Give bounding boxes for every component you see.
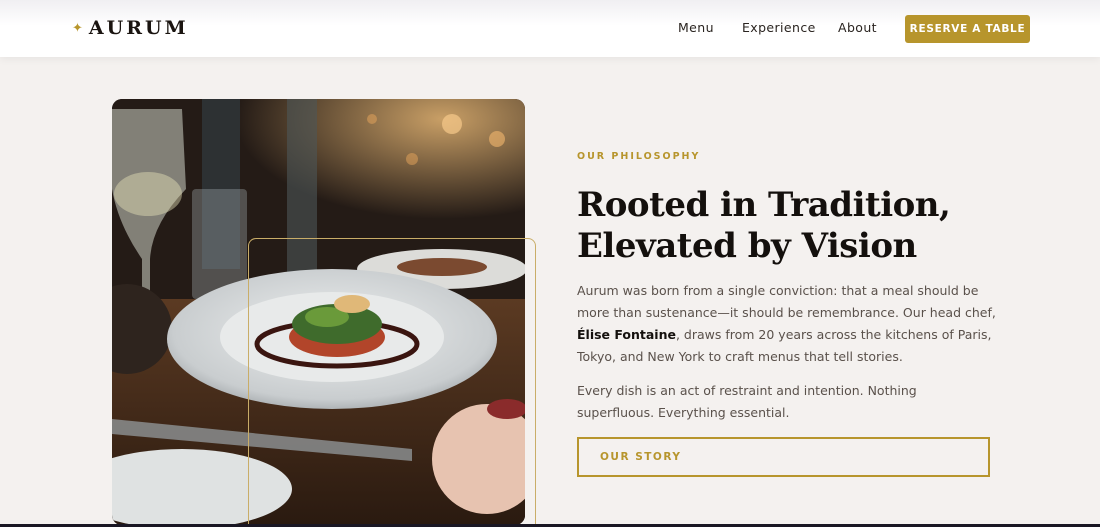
nav-link-menu[interactable]: Menu bbox=[678, 20, 714, 35]
plated-dish-photo bbox=[112, 99, 525, 525]
site-header: ✦ AURUM Menu Experience About RESERVE A … bbox=[0, 0, 1100, 57]
title-line-1: Rooted in Tradition, bbox=[577, 185, 951, 225]
our-story-button[interactable]: OUR STORY bbox=[577, 437, 990, 477]
logo-text: AURUM bbox=[88, 17, 189, 39]
philosophy-paragraph-2: Every dish is an act of restraint and in… bbox=[577, 383, 917, 420]
sparkle-star-icon: ✦ bbox=[72, 20, 83, 36]
title-line-2: Elevated by Vision bbox=[577, 226, 917, 266]
chef-name: Élise Fontaine bbox=[577, 327, 676, 342]
paragraph-text: Aurum was born from a single conviction:… bbox=[577, 283, 996, 320]
section-eyebrow: OUR PHILOSOPHY bbox=[577, 151, 701, 162]
logo[interactable]: ✦ AURUM bbox=[72, 17, 189, 39]
philosophy-paragraph-1: Aurum was born from a single conviction:… bbox=[577, 280, 997, 368]
reserve-table-button[interactable]: RESERVE A TABLE bbox=[905, 15, 1030, 43]
section-title: Rooted in Tradition, Elevated by Vision bbox=[577, 185, 997, 267]
nav-link-about[interactable]: About bbox=[838, 20, 877, 35]
nav-link-experience[interactable]: Experience bbox=[742, 20, 816, 35]
